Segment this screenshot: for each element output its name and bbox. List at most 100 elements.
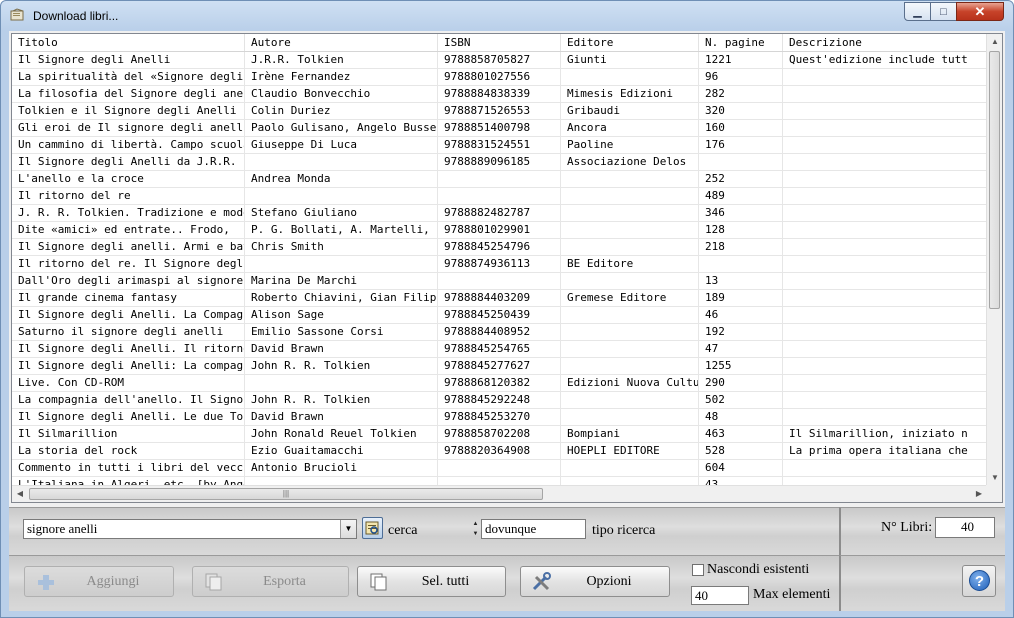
scroll-grip-icon: |||	[282, 489, 290, 498]
table-row[interactable]: Il ritorno del re. Il Signore degli 97888…	[12, 256, 987, 273]
add-button[interactable]: Aggiungi	[24, 566, 174, 597]
horizontal-scrollbar[interactable]: ◀ ||| ▶	[12, 485, 987, 502]
search-mode-field[interactable]: dovunque	[481, 519, 586, 539]
book-count-value: 40	[935, 517, 995, 538]
table-cell: Saturno il signore degli anelli	[12, 324, 245, 340]
table-row[interactable]: Il Silmarillion John Ronald Reuel Tolkien…	[12, 426, 987, 443]
table-cell: Mimesis Edizioni	[561, 86, 699, 102]
table-row[interactable]: L'anello e la croce Andrea Monda 252	[12, 171, 987, 188]
search-mode-spinner[interactable]: ▲ ▼	[471, 519, 480, 539]
table-row[interactable]: Il Signore degli Anelli da J.R.R. 9788889…	[12, 154, 987, 171]
horizontal-scroll-thumb[interactable]: |||	[29, 488, 543, 500]
table-cell: BE Editore	[561, 256, 699, 272]
maximize-icon: □	[940, 5, 947, 18]
table-cell: La storia del rock	[12, 443, 245, 459]
table-body: Il Signore degli Anelli J.R.R. Tolkien 978…	[12, 52, 987, 486]
table-row[interactable]: Il ritorno del re 489	[12, 188, 987, 205]
export-button[interactable]: Esporta	[192, 566, 349, 597]
table-cell: Un cammino di libertà. Campo scuola	[12, 137, 245, 153]
table-cell: Paolo Gulisano, Angelo Busseti	[245, 120, 438, 136]
table-cell: Il ritorno del re. Il Signore degli	[12, 256, 245, 272]
table-cell: 1221	[699, 52, 783, 68]
table-row[interactable]: Tolkien e il Signore degli Anelli Colin D…	[12, 103, 987, 120]
table-cell	[783, 392, 987, 408]
table-cell: Irène Fernandez	[245, 69, 438, 85]
scroll-down-icon[interactable]: ▼	[987, 470, 1002, 486]
table-cell	[561, 69, 699, 85]
search-label: cerca	[388, 523, 418, 538]
table-cell: 463	[699, 426, 783, 442]
table-cell: Gli eroi de Il signore degli anelli	[12, 120, 245, 136]
column-header[interactable]: Descrizione	[783, 34, 987, 51]
table-row[interactable]: Il Signore degli Anelli. La Compagnia Ali…	[12, 307, 987, 324]
table-row[interactable]: Il grande cinema fantasy Roberto Chiavini…	[12, 290, 987, 307]
max-elements-field[interactable]: 40	[691, 586, 749, 605]
table-cell: Il Signore degli Anelli. La Compagnia	[12, 307, 245, 323]
hide-existing-label: Nascondi esistenti	[707, 562, 810, 577]
help-icon: ?	[969, 570, 990, 591]
select-all-button[interactable]: Sel. tutti	[357, 566, 506, 597]
table-cell: Colin Duriez	[245, 103, 438, 119]
table-row[interactable]: J. R. R. Tolkien. Tradizione e modernità…	[12, 205, 987, 222]
column-header[interactable]: Editore	[561, 34, 699, 51]
table-row[interactable]: Saturno il signore degli anelli Emilio Sa…	[12, 324, 987, 341]
column-header[interactable]: Autore	[245, 34, 438, 51]
table-cell	[783, 86, 987, 102]
table-row[interactable]: La storia del rock Ezio Guaitamacchi 97888…	[12, 443, 987, 460]
table-cell: 9788801029901	[438, 222, 561, 238]
vertical-scrollbar[interactable]: ▲ ▼	[986, 34, 1002, 486]
table-row[interactable]: La spiritualità del «Signore degli Irène …	[12, 69, 987, 86]
scrollbar-corner	[986, 485, 1002, 502]
app-window: Download libri... ▁ □ ✕ Titolo Autore ISBN…	[0, 0, 1014, 618]
title-bar[interactable]: Download libri... ▁ □ ✕	[1, 1, 1013, 31]
maximize-button[interactable]: □	[930, 2, 957, 21]
options-button[interactable]: Opzioni	[520, 566, 670, 597]
table-row[interactable]: La filosofia del Signore degli anelli Cla…	[12, 86, 987, 103]
table-row[interactable]: Il Signore degli Anelli J.R.R. Tolkien 978…	[12, 52, 987, 69]
column-header[interactable]: N. pagine	[699, 34, 783, 51]
vertical-scroll-thumb[interactable]	[989, 51, 1000, 309]
table-cell: 218	[699, 239, 783, 255]
spin-up-icon[interactable]: ▲	[471, 519, 480, 529]
table-cell: HOEPLI EDITORE	[561, 443, 699, 459]
table-row[interactable]: Il Signore degli anelli. Armi e battagli…	[12, 239, 987, 256]
hide-existing-checkbox[interactable]	[692, 564, 704, 576]
table-cell	[783, 256, 987, 272]
table-row[interactable]: Gli eroi de Il signore degli anelli Paolo…	[12, 120, 987, 137]
table-row[interactable]: Dite «amici» ed entrate.. Frodo, P. G. Bo…	[12, 222, 987, 239]
client-area: Titolo Autore ISBN Editore N. pagine Descrizi…	[9, 31, 1005, 611]
table-cell: La filosofia del Signore degli anelli	[12, 86, 245, 102]
table-cell: 9788845277627	[438, 358, 561, 374]
table-cell: 48	[699, 409, 783, 425]
search-button[interactable]	[362, 517, 383, 539]
table-row[interactable]: Il Signore degli Anelli. Le due Torri Dav…	[12, 409, 987, 426]
table-cell: Edizioni Nuova Cultura	[561, 375, 699, 391]
close-button[interactable]: ✕	[956, 2, 1004, 21]
table-row[interactable]: Un cammino di libertà. Campo scuola Giuse…	[12, 137, 987, 154]
table-row[interactable]: La compagnia dell'anello. Il Signore John…	[12, 392, 987, 409]
chevron-down-icon[interactable]: ▼	[340, 520, 356, 538]
column-header[interactable]: Titolo	[12, 34, 245, 51]
help-button[interactable]: ?	[962, 565, 996, 597]
table-cell	[438, 273, 561, 289]
table-row[interactable]: Dall'Oro degli arimaspi al signore Marina…	[12, 273, 987, 290]
scroll-right-icon[interactable]: ▶	[971, 486, 987, 502]
table-cell	[245, 188, 438, 204]
minimize-button[interactable]: ▁	[904, 2, 931, 21]
spin-down-icon[interactable]: ▼	[471, 529, 480, 539]
table-cell	[783, 307, 987, 323]
table-cell: Dite «amici» ed entrate.. Frodo,	[12, 222, 245, 238]
table-cell: La compagnia dell'anello. Il Signore	[12, 392, 245, 408]
table-row[interactable]: Il Signore degli Anelli. Il ritorno David…	[12, 341, 987, 358]
search-query[interactable]: signore anelli	[27, 521, 97, 537]
table-cell: Alison Sage	[245, 307, 438, 323]
scroll-left-icon[interactable]: ◀	[12, 486, 28, 502]
table-row[interactable]: Il Signore degli Anelli: La compagnia Joh…	[12, 358, 987, 375]
table-cell: 189	[699, 290, 783, 306]
scroll-up-icon[interactable]: ▲	[987, 34, 1002, 50]
table-row[interactable]: Live. Con CD-ROM 9788868120382 Edizioni Nu…	[12, 375, 987, 392]
search-combo[interactable]: signore anelli ▼	[23, 519, 357, 539]
table-cell	[561, 205, 699, 221]
column-header[interactable]: ISBN	[438, 34, 561, 51]
table-row[interactable]: Commento in tutti i libri del vecchio Ant…	[12, 460, 987, 477]
